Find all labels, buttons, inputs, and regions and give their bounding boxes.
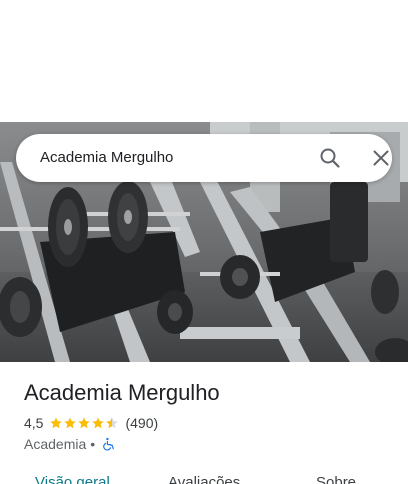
map-blank-area xyxy=(0,0,408,122)
rating-value: 4,5 xyxy=(24,415,44,431)
tab-reviews[interactable]: Avaliações xyxy=(168,474,240,484)
tab-overview[interactable]: Visão geral xyxy=(35,474,110,484)
star-rating xyxy=(49,416,119,430)
search-bar[interactable]: Academia Mergulho xyxy=(16,134,392,182)
half-star-icon xyxy=(106,417,119,429)
separator: • xyxy=(90,436,96,452)
rating-row[interactable]: 4,5 (490) xyxy=(24,414,158,432)
star-icon xyxy=(92,417,105,429)
star-icon xyxy=(78,417,91,429)
tab-about[interactable]: Sobre xyxy=(316,474,356,484)
star-icon xyxy=(50,417,63,429)
search-icon[interactable] xyxy=(318,146,342,170)
wheelchair-icon[interactable] xyxy=(101,437,115,451)
place-title: Academia Mergulho xyxy=(24,380,220,405)
close-icon[interactable] xyxy=(369,146,393,170)
place-category: Academia xyxy=(24,436,87,452)
review-count[interactable]: (490) xyxy=(125,415,158,431)
search-input[interactable]: Academia Mergulho xyxy=(40,149,173,166)
category-row: Academia • xyxy=(24,435,115,453)
star-icon xyxy=(64,417,77,429)
place-tabs: Visão geral Avaliações Sobre xyxy=(0,470,408,484)
